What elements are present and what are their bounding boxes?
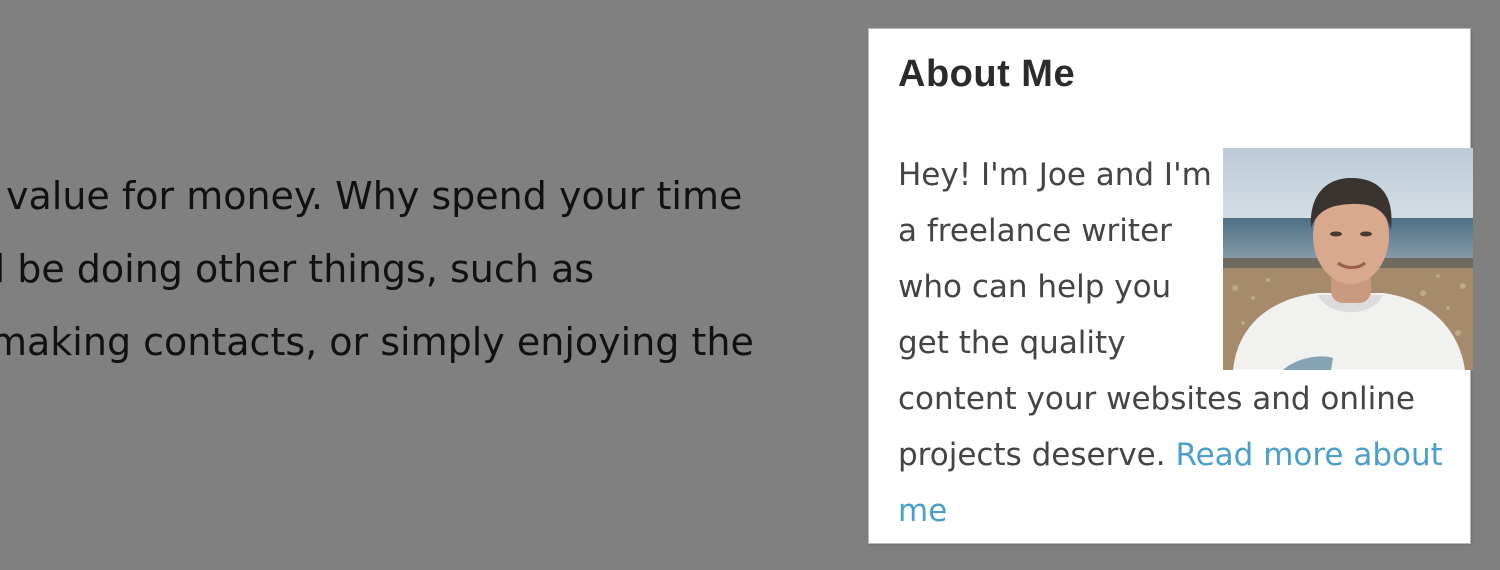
paragraph-line: value for money. Why spend your time (6, 174, 743, 218)
main-article-text: value for money. Why spend your time d b… (0, 160, 800, 379)
about-me-widget: About Me Hey! I'm Joe and I'm a freelanc… (868, 28, 1473, 544)
about-me-content: Hey! I'm Joe and I'm a freelance writer … (898, 147, 1473, 539)
widget-title: About Me (898, 53, 1076, 95)
profile-photo-image (1223, 148, 1473, 370)
paragraph-line: making contacts, or simply enjoying the (0, 320, 754, 364)
paragraph-line: d be doing other things, such as (0, 247, 595, 291)
profile-photo (1223, 148, 1473, 370)
